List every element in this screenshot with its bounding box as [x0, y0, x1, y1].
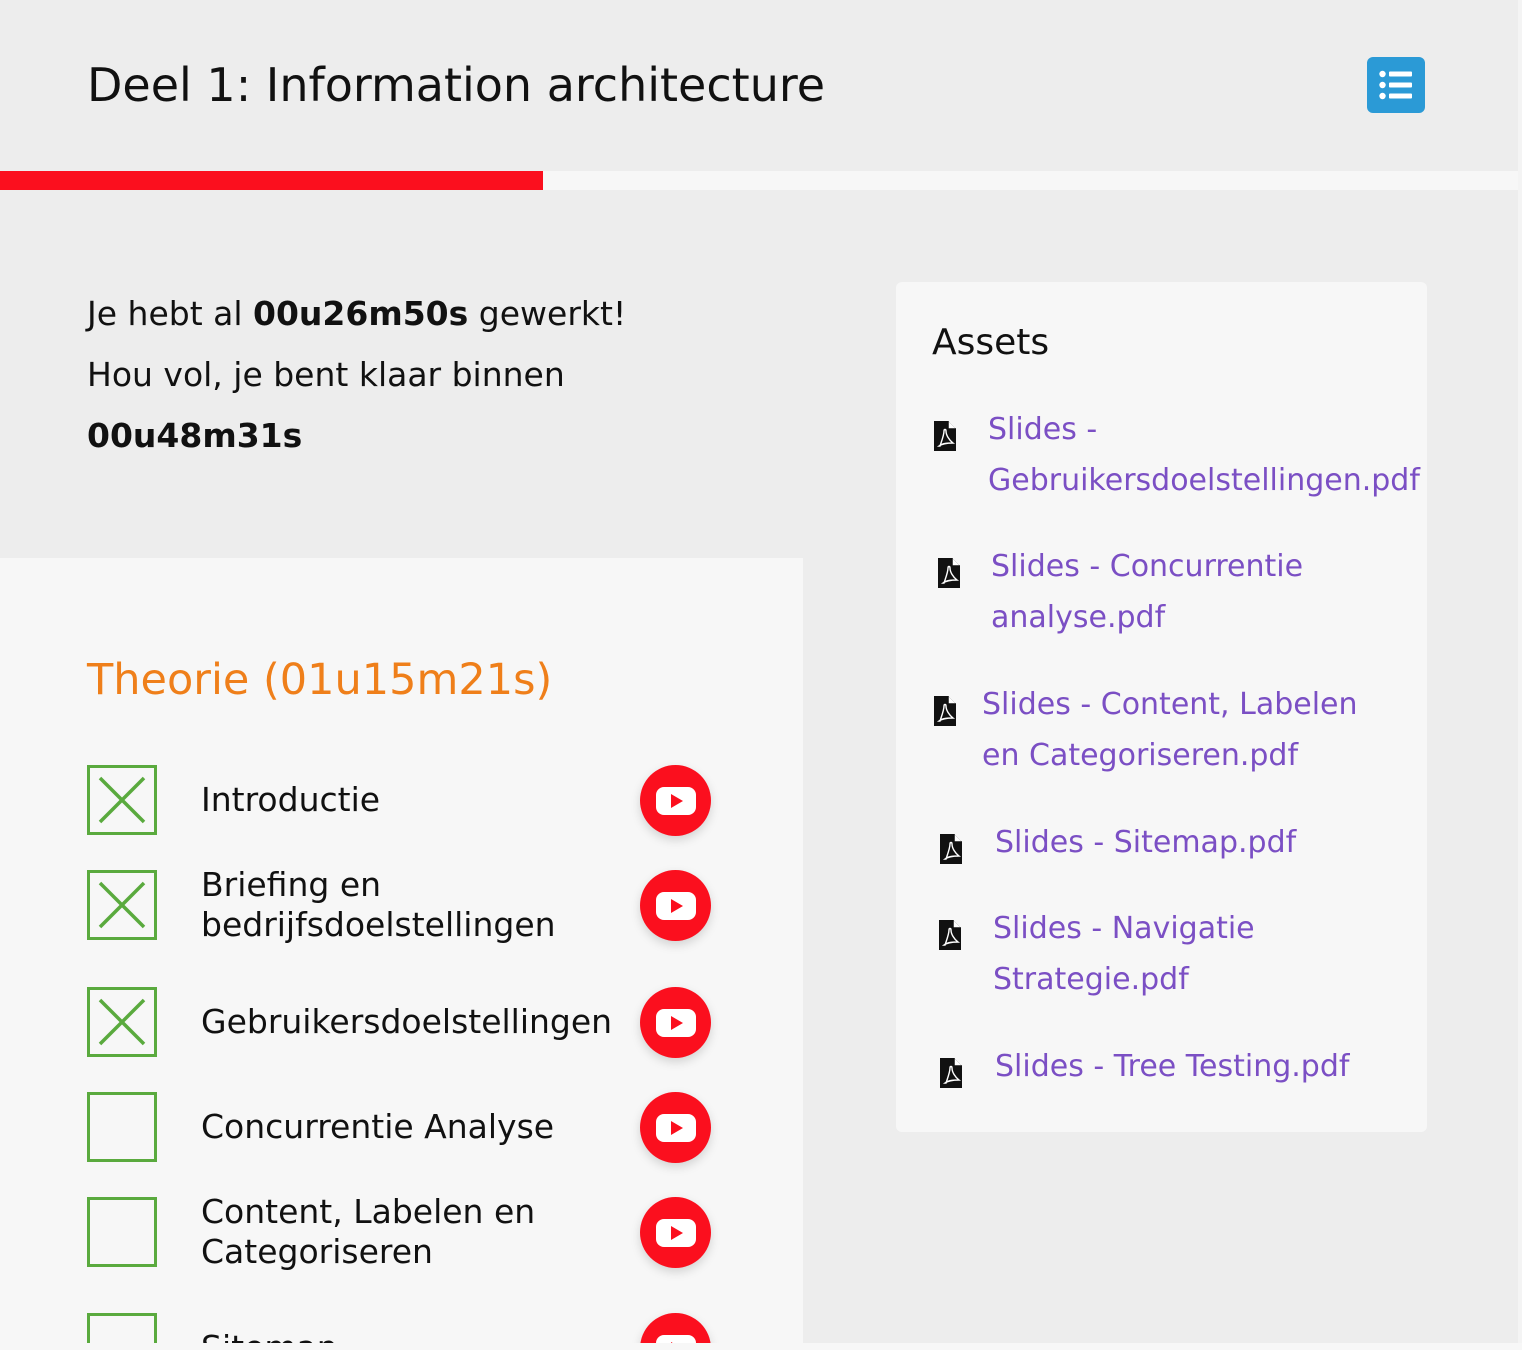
lesson-item: Briefing en bedrijfsdoelstellingen — [0, 865, 803, 950]
check-cross-icon — [98, 998, 146, 1046]
remaining-label: Hou vol, je bent klaar binnen — [87, 355, 565, 394]
lesson-checkbox[interactable] — [87, 1092, 157, 1162]
lesson-item: Sitemap — [0, 1313, 803, 1343]
asset-link[interactable]: Slides - Tree Testing.pdf — [995, 1041, 1415, 1092]
asset-link[interactable]: Slides - Navigatie Strategie.pdf — [993, 903, 1413, 1005]
time-info: Je hebt al 00u26m50s gewerkt! Hou vol, j… — [87, 283, 767, 466]
youtube-icon — [655, 786, 696, 815]
asset-link[interactable]: Slides - Concurrentie analyse.pdf — [991, 541, 1411, 643]
remaining-time-line: 00u48m31s — [87, 405, 767, 466]
lesson-label[interactable]: Briefing en bedrijfsdoelstellingen — [201, 865, 631, 945]
check-cross-icon — [98, 776, 146, 824]
lesson-label[interactable]: Sitemap — [201, 1328, 631, 1343]
youtube-play-button[interactable] — [640, 987, 711, 1058]
lesson-item: Introductie — [0, 765, 803, 845]
progress-bar — [0, 171, 1518, 190]
lesson-checkbox[interactable] — [87, 987, 157, 1057]
youtube-icon — [655, 1218, 696, 1247]
lesson-label[interactable]: Concurrentie Analyse — [201, 1107, 631, 1147]
lesson-item: Gebruikersdoelstellingen — [0, 987, 803, 1067]
youtube-icon — [655, 1334, 696, 1343]
right-edge — [1518, 0, 1522, 1350]
lesson-label[interactable]: Introductie — [201, 780, 631, 820]
asset-link[interactable]: Slides - Gebruikersdoelstellingen.pdf — [988, 404, 1420, 506]
worked-time: 00u26m50s — [253, 294, 469, 333]
bottom-edge — [0, 1343, 1522, 1350]
assets-title: Assets — [932, 322, 1050, 363]
worked-prefix: Je hebt al — [87, 294, 253, 333]
lesson-item: Concurrentie Analyse — [0, 1092, 803, 1172]
lesson-label[interactable]: Content, Labelen en Categoriseren — [201, 1192, 631, 1272]
assets-card: Assets Slides - Gebruikersdoelstellingen… — [896, 282, 1427, 1132]
pdf-file-icon — [932, 695, 958, 727]
pdf-file-icon — [938, 833, 964, 865]
lesson-item: Content, Labelen en Categoriseren — [0, 1192, 803, 1277]
pdf-file-icon — [938, 1057, 964, 1089]
lesson-checkbox[interactable] — [87, 1313, 157, 1343]
worked-suffix: gewerkt! — [468, 294, 627, 333]
lesson-label[interactable]: Gebruikersdoelstellingen — [201, 1002, 631, 1042]
pdf-file-icon — [937, 919, 963, 951]
youtube-icon — [655, 891, 696, 920]
lesson-checkbox[interactable] — [87, 765, 157, 835]
page-title: Deel 1: Information architecture — [87, 58, 826, 112]
youtube-play-button[interactable] — [640, 870, 711, 941]
pdf-file-icon — [932, 420, 958, 452]
lesson-checkbox[interactable] — [87, 1197, 157, 1267]
remaining-time: 00u48m31s — [87, 416, 303, 455]
youtube-play-button[interactable] — [640, 765, 711, 836]
worked-time-line: Je hebt al 00u26m50s gewerkt! — [87, 283, 767, 344]
progress-fill — [0, 171, 544, 190]
page: Deel 1: Information architecture Je hebt… — [0, 0, 1518, 1343]
youtube-play-button[interactable] — [640, 1313, 711, 1343]
youtube-play-button[interactable] — [640, 1092, 711, 1163]
theory-title: Theorie (01u15m21s) — [87, 655, 553, 705]
asset-link[interactable]: Slides - Content, Labelen en Categoriser… — [982, 679, 1402, 781]
menu-button[interactable] — [1367, 57, 1425, 113]
check-cross-icon — [98, 881, 146, 929]
lesson-checkbox[interactable] — [87, 870, 157, 940]
youtube-icon — [655, 1008, 696, 1037]
asset-link[interactable]: Slides - Sitemap.pdf — [995, 817, 1415, 868]
list-icon — [1379, 70, 1412, 100]
youtube-icon — [655, 1113, 696, 1142]
pdf-file-icon — [936, 557, 962, 589]
youtube-play-button[interactable] — [640, 1197, 711, 1268]
